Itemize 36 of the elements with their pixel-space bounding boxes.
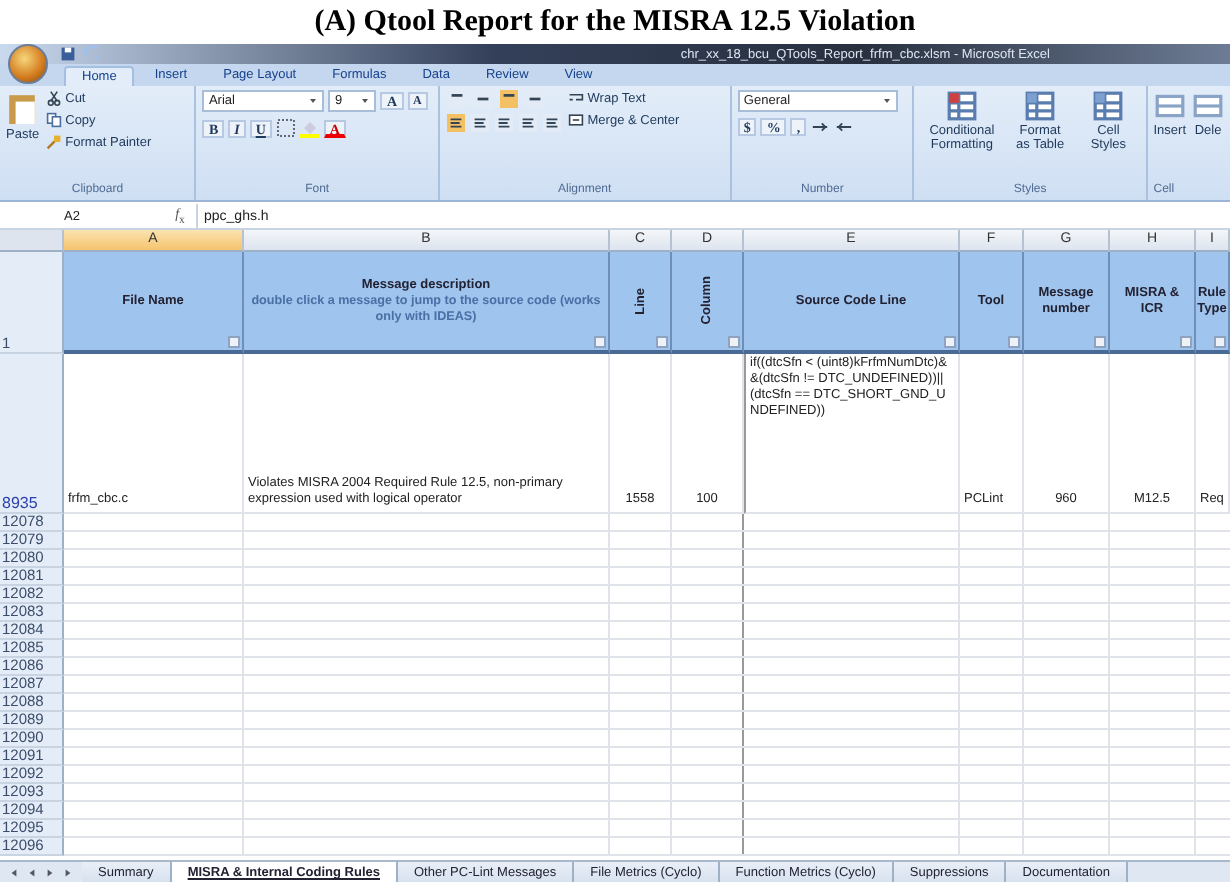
copy-icon: [45, 112, 62, 128]
align-icon: [541, 114, 562, 132]
office-button[interactable]: [8, 44, 48, 84]
filter-button[interactable]: [944, 336, 956, 348]
filter-button[interactable]: [1180, 336, 1192, 348]
align-icon: [493, 114, 514, 132]
table-style-icon: [945, 90, 978, 122]
undo-icon: [82, 46, 98, 62]
select-all-button[interactable]: [0, 230, 64, 252]
dropdown-icon: [881, 96, 892, 106]
align-icon: [445, 114, 466, 132]
filter-button[interactable]: [1214, 336, 1226, 348]
filter-button[interactable]: [728, 336, 740, 348]
align-icon: [469, 114, 490, 132]
align-icon: [497, 90, 520, 108]
table-style-icon: [1092, 90, 1125, 122]
save-icon: [60, 46, 76, 62]
border-icon: [275, 118, 296, 138]
merge-icon: [567, 112, 584, 128]
wrap-text-icon: [567, 90, 584, 106]
fill-color-icon: [299, 118, 320, 138]
filter-button[interactable]: [228, 336, 240, 348]
cells-icon: [1153, 90, 1186, 122]
filter-button[interactable]: [594, 336, 606, 348]
table-style-icon: [1024, 90, 1057, 122]
cells-icon: [1192, 90, 1225, 122]
dropdown-icon: [360, 96, 371, 106]
figure-caption: (A) Qtool Report for the MISRA 12.5 Violation: [312, 3, 918, 41]
filter-button[interactable]: [656, 336, 668, 348]
align-icon: [517, 114, 538, 132]
filter-button[interactable]: [1008, 336, 1020, 348]
scissors-icon: [45, 90, 62, 106]
brush-icon: [45, 134, 62, 150]
dropdown-icon: [308, 96, 319, 106]
filter-button[interactable]: [1094, 336, 1106, 348]
row-number: 8935: [0, 354, 64, 514]
